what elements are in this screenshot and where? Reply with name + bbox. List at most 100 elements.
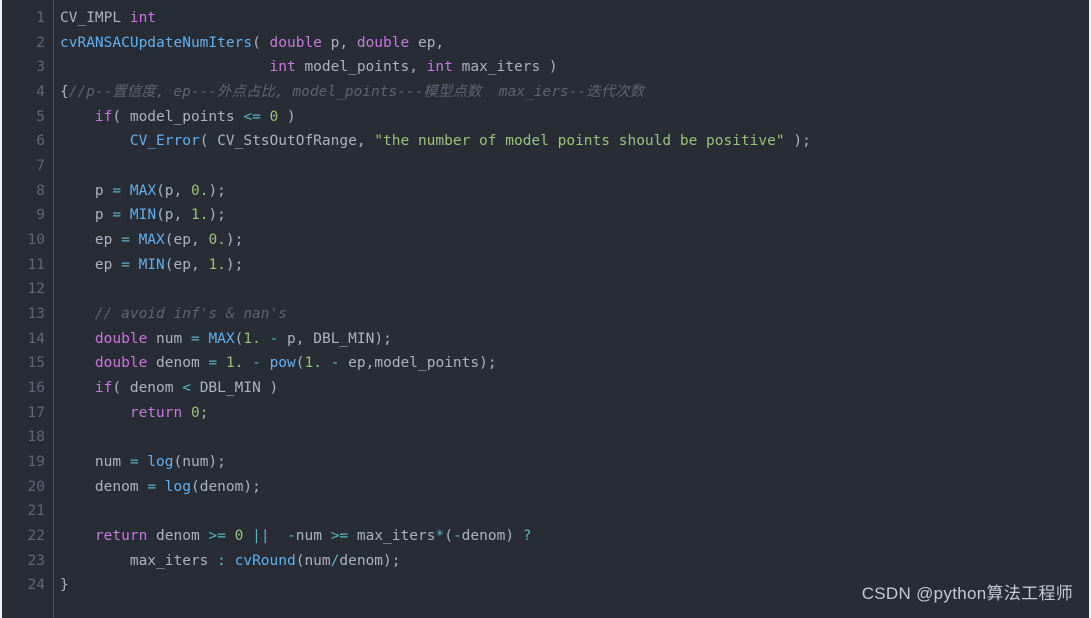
code-token: ): [278, 108, 296, 125]
line-number: 17: [27, 404, 45, 421]
code-token: //p--置信度, ep---外点占比, model_points---模型点数…: [68, 84, 645, 101]
code-token: max_iters ): [452, 59, 558, 76]
code-token: int: [269, 59, 296, 76]
line-number: 2: [36, 34, 45, 51]
code-token: p,: [321, 34, 357, 51]
code-line[interactable]: [60, 425, 1089, 450]
line-number: 8: [36, 182, 45, 199]
code-line[interactable]: ep = MAX(ep, 0.);: [60, 228, 1089, 253]
code-token: =: [190, 330, 200, 347]
code-token: DBL_MIN ): [190, 380, 279, 397]
code-token: =: [129, 454, 139, 471]
code-token: =: [112, 207, 122, 224]
code-token: log: [164, 478, 191, 495]
line-number: 3: [36, 59, 45, 76]
line-number: 7: [36, 158, 45, 175]
code-line[interactable]: double denom = 1. - pow(1. - ep,model_po…: [60, 351, 1089, 376]
code-line[interactable]: max_iters : cvRound(num/denom);: [60, 549, 1089, 574]
code-token: ( CV_StsOutOfRange,: [199, 133, 375, 150]
code-token: >=: [208, 528, 226, 545]
code-token: pow: [269, 355, 296, 372]
code-token: (ep,: [164, 256, 209, 273]
code-token: 1.: [243, 330, 261, 347]
code-token: MIN: [129, 207, 157, 224]
code-screenshot: 1 2 3 4 5 6 7 8 9 10 11 12 13 14 15 16 17 18 19 20 21 22 23 24 …: [0, 0, 1091, 618]
line-number: 14: [27, 330, 45, 347]
code-token: );: [208, 207, 226, 224]
code-token: num: [295, 528, 331, 545]
code-token: ?: [522, 528, 532, 545]
code-line[interactable]: return denom >= 0 || -num >= max_iters*(…: [60, 524, 1089, 549]
code-token: denom: [60, 478, 148, 495]
code-line[interactable]: {//p--置信度, ep---外点占比, model_points---模型点…: [60, 80, 1089, 105]
line-number: 18: [27, 429, 45, 446]
code-token: <=: [243, 108, 261, 125]
code-line[interactable]: [60, 277, 1089, 302]
code-token: =: [208, 355, 218, 372]
code-line[interactable]: p = MIN(p, 1.);: [60, 203, 1089, 228]
code-token: =: [121, 256, 130, 273]
code-token: (: [295, 355, 305, 372]
code-token: ep: [60, 232, 122, 249]
code-token: ( denom: [112, 380, 183, 397]
code-token: ;: [199, 404, 209, 421]
code-token: log: [147, 454, 174, 471]
code-line[interactable]: CV_IMPL int: [60, 6, 1089, 31]
line-number: 23: [27, 552, 45, 569]
code-token: double: [356, 34, 410, 51]
code-token: (p,: [156, 182, 191, 199]
code-token: (num: [295, 552, 331, 569]
code-line[interactable]: // avoid inf's & nan's: [60, 302, 1089, 327]
code-line[interactable]: [60, 499, 1089, 524]
code-token: );: [784, 133, 811, 150]
code-token: denom: [147, 528, 209, 545]
line-number: 1: [36, 10, 45, 26]
code-token: );: [225, 256, 244, 273]
code-line[interactable]: ep = MIN(ep, 1.);: [60, 253, 1089, 278]
code-token: <: [182, 380, 191, 397]
code-line[interactable]: if( model_points <= 0 ): [60, 105, 1089, 130]
code-token: -: [252, 355, 261, 372]
code-line[interactable]: denom = log(denom);: [60, 475, 1089, 500]
code-token: *: [435, 528, 445, 545]
code-line[interactable]: cvRANSACUpdateNumIters( double p, double…: [60, 31, 1089, 56]
code-line[interactable]: num = log(num);: [60, 450, 1089, 475]
code-line[interactable]: p = MAX(p, 0.);: [60, 179, 1089, 204]
code-line[interactable]: double num = MAX(1. - p, DBL_MIN);: [60, 327, 1089, 352]
code-token: (: [252, 34, 270, 51]
code-token: double: [94, 355, 148, 372]
code-token: double: [94, 330, 148, 347]
code-content-area[interactable]: CV_IMPL int cvRANSACUpdateNumIters( doubl…: [54, 0, 1089, 618]
code-token: {: [60, 84, 69, 101]
code-line[interactable]: if( denom < DBL_MIN ): [60, 376, 1089, 401]
code-token: cvRound: [234, 552, 296, 569]
code-line[interactable]: return 0;: [60, 401, 1089, 426]
code-token: double: [269, 34, 322, 51]
code-line[interactable]: CV_Error( CV_StsOutOfRange, "the number …: [60, 129, 1089, 154]
code-token: MAX: [208, 330, 235, 347]
code-token: 0.: [208, 232, 226, 249]
code-line[interactable]: [60, 154, 1089, 179]
code-token: 1.: [190, 207, 209, 224]
code-token: =: [121, 232, 130, 249]
code-line[interactable]: int model_points, int max_iters ): [60, 55, 1089, 80]
code-token: MAX: [138, 232, 165, 249]
code-token: (: [444, 528, 453, 545]
code-token: >=: [330, 528, 349, 545]
code-token: ||: [252, 528, 270, 545]
code-token: );: [225, 232, 244, 249]
code-editor-viewport[interactable]: 1 2 3 4 5 6 7 8 9 10 11 12 13 14 15 16 17 18 19 20 21 22 23 24 …: [2, 0, 1089, 618]
code-token: model_points,: [295, 59, 427, 76]
code-token: return: [94, 528, 148, 545]
